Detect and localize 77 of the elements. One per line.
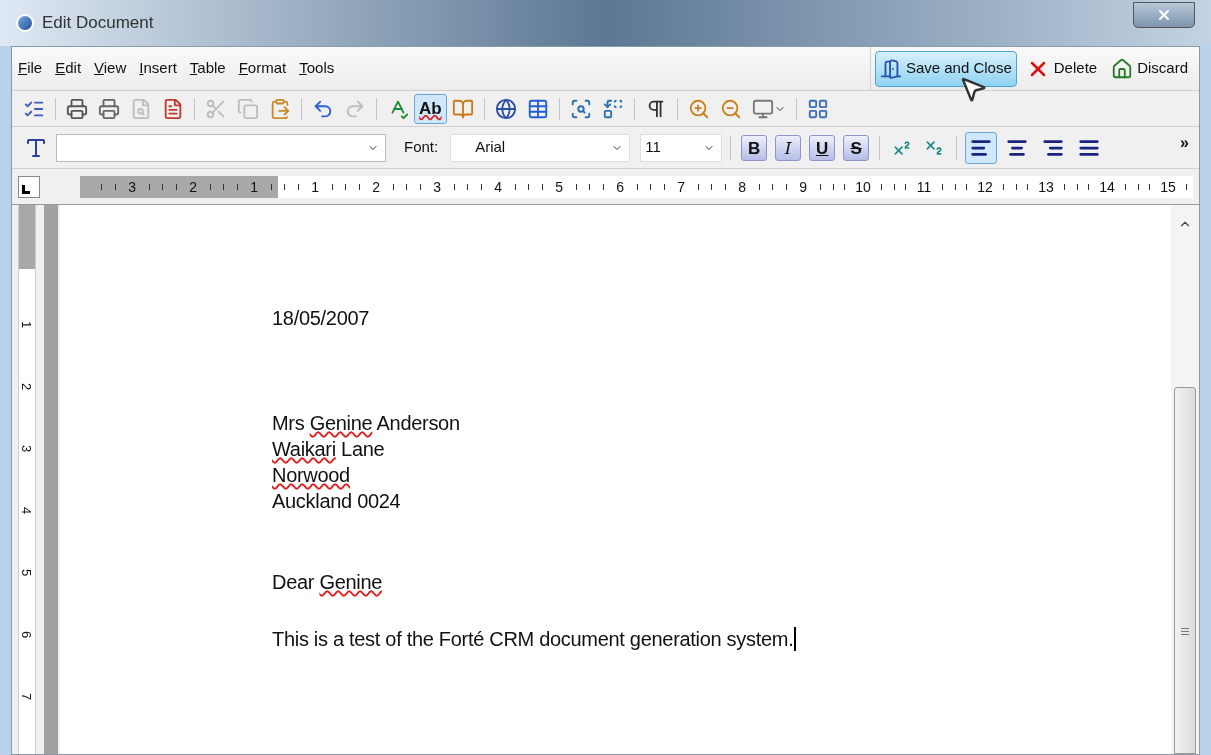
text-style-button[interactable]: Ab	[414, 93, 447, 124]
delete-button[interactable]: Delete	[1020, 50, 1103, 87]
ruler-number: 6	[20, 630, 34, 639]
ruler-number: 3	[128, 179, 137, 194]
bold-button[interactable]: B	[741, 134, 768, 161]
globe-icon	[494, 97, 517, 120]
ruler-number: 3	[433, 179, 442, 194]
ruler-number: 11	[916, 179, 932, 194]
discard-button[interactable]: Discard	[1106, 50, 1193, 87]
document-line: Mrs Genine Anderson	[272, 411, 460, 436]
document-search-icon	[130, 97, 152, 120]
door-icon	[879, 57, 902, 80]
document-line: Dear Genine	[272, 570, 383, 595]
zoom-in-icon	[687, 97, 710, 120]
menu-item[interactable]: Tools	[299, 57, 335, 80]
menu-item[interactable]: Insert	[139, 57, 177, 80]
ruler-number: 8	[738, 179, 747, 194]
zoom-out-icon	[719, 97, 742, 120]
close-button[interactable]	[1133, 2, 1195, 28]
strike-button[interactable]: S	[843, 134, 870, 161]
table-icon	[526, 97, 549, 120]
ruler-number: 5	[20, 568, 34, 577]
ruler-number: 1	[20, 320, 34, 329]
book-icon	[451, 97, 474, 120]
ruler-number: 1	[311, 179, 320, 194]
save-button[interactable]: Save and Close	[874, 50, 1017, 87]
ruler-number: 2	[20, 382, 34, 391]
replace-icon	[601, 97, 624, 120]
ruler-number: 15	[1160, 179, 1176, 194]
window-title: Edit Document	[42, 12, 154, 35]
ruler-number: 4	[20, 506, 34, 515]
ruler-number: 5	[555, 179, 564, 194]
ruler-number: 3	[20, 444, 34, 453]
ruler-number: 2	[372, 179, 381, 194]
document-line: Auckland 0024	[272, 489, 401, 514]
monitor-icon	[751, 97, 774, 120]
ruler-number: 10	[855, 179, 871, 194]
font-label: Font:	[404, 137, 439, 158]
layout-icon	[806, 97, 829, 120]
scroll-thumb[interactable]	[1174, 387, 1196, 754]
scissors-icon	[205, 97, 227, 120]
font-dropdown[interactable]: Arial	[450, 133, 631, 162]
paste-icon	[269, 97, 291, 120]
menu-item[interactable]: Table	[189, 57, 226, 80]
overflow-button[interactable]: »	[1180, 131, 1193, 155]
tab-stop-button[interactable]	[18, 175, 40, 198]
printer-icon	[98, 97, 120, 120]
ruler-number: 7	[677, 179, 686, 194]
ruler-number: 12	[977, 179, 993, 194]
size-dropdown[interactable]: 11	[640, 133, 723, 162]
vertical-scrollbar[interactable]	[1171, 205, 1199, 754]
document-line: Norwood	[272, 463, 350, 488]
document-line: 18/05/2007	[272, 306, 370, 331]
ruler-number: 1	[250, 179, 259, 194]
ruler-number: 4	[494, 179, 503, 194]
ruler-number: 2	[189, 179, 198, 194]
ruler-number: 13	[1038, 179, 1054, 194]
magnifier-page-icon	[569, 97, 592, 120]
menu-item[interactable]: View	[94, 57, 127, 80]
ruler-margin	[19, 205, 35, 269]
house-icon	[1111, 57, 1134, 80]
menu-item[interactable]: File	[18, 57, 43, 80]
app-icon	[16, 14, 34, 32]
pdf-icon	[162, 97, 184, 120]
ruler-number: 6	[616, 179, 625, 194]
ruler-number: 9	[799, 179, 808, 194]
underline-button[interactable]: U	[809, 134, 836, 161]
close-icon	[1156, 7, 1172, 23]
italic-button[interactable]: I	[775, 134, 802, 161]
document-line: This is a test of the Forté CRM document generation system.	[272, 627, 794, 652]
copy-icon	[237, 97, 259, 120]
menu-item[interactable]: Edit	[55, 57, 82, 80]
align-left-button[interactable]	[965, 131, 998, 164]
ruler-number: 7	[20, 692, 34, 701]
document-line: Waikari Lane	[272, 437, 385, 462]
menu-item[interactable]: Format	[238, 57, 287, 80]
ruler-number: 14	[1099, 179, 1115, 194]
